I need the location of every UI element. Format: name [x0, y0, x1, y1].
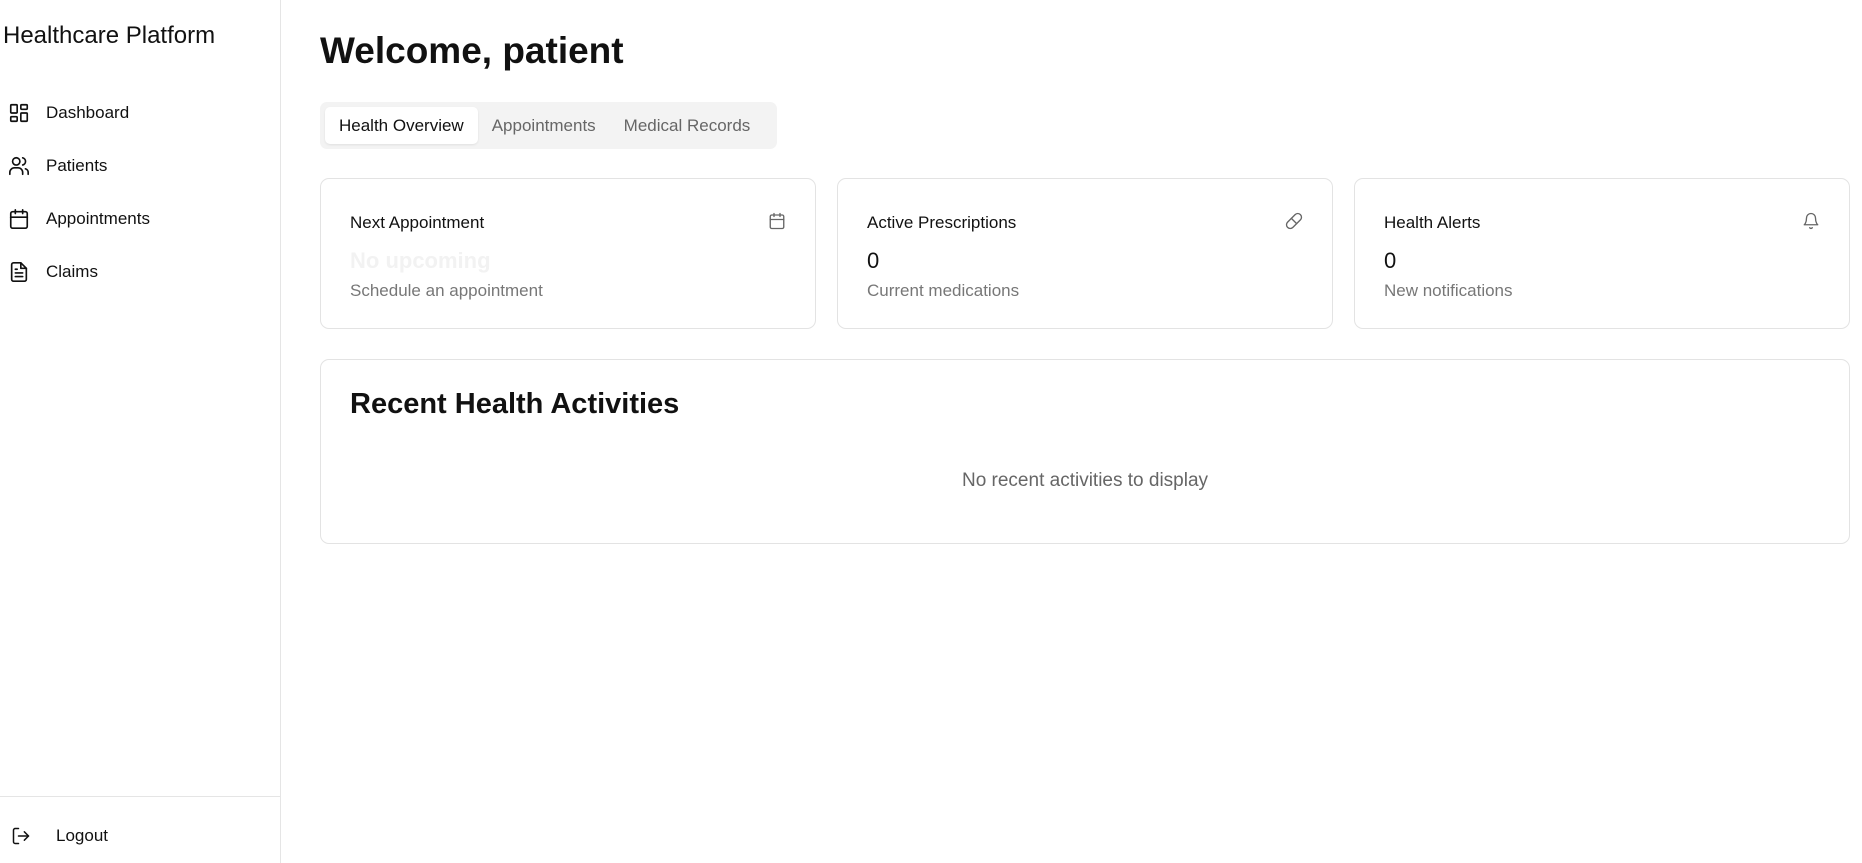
tab-medical-records[interactable]: Medical Records	[610, 107, 765, 144]
sidebar-item-label: Dashboard	[46, 102, 130, 122]
section-title: Recent Health Activities	[350, 388, 680, 420]
card-title: Health Alerts	[1384, 213, 1481, 232]
logout-icon	[10, 825, 32, 847]
card-value: No upcoming	[350, 248, 491, 273]
active-prescriptions-card: Active Prescriptions 0 Current medicatio…	[837, 178, 1333, 329]
sidebar-item-appointments[interactable]: Appointments	[0, 192, 280, 245]
page-title: Welcome, patient	[320, 30, 624, 71]
tab-health-overview[interactable]: Health Overview	[325, 107, 478, 144]
tab-list: Health Overview Appointments Medical Rec…	[320, 102, 777, 149]
sidebar-item-label: Appointments	[46, 208, 150, 228]
document-icon	[8, 261, 30, 283]
sidebar-item-label: Claims	[46, 261, 98, 281]
recent-activities-panel: Recent Health Activities No recent activ…	[320, 359, 1850, 544]
calendar-icon	[767, 211, 787, 231]
dashboard-icon	[8, 102, 30, 124]
card-title: Active Prescriptions	[867, 213, 1017, 232]
sidebar-item-label: Patients	[46, 155, 108, 175]
bell-icon	[1801, 211, 1821, 231]
next-appointment-card: Next Appointment No upcoming Schedule an…	[320, 178, 816, 329]
health-alerts-card: Health Alerts 0 New notifications	[1354, 178, 1850, 329]
card-subtitle: New notifications	[1384, 281, 1513, 300]
card-value: 0	[1384, 248, 1397, 273]
logout-button[interactable]: Logout	[10, 825, 108, 847]
logout-label: Logout	[56, 826, 108, 845]
card-subtitle: Current medications	[867, 281, 1020, 300]
pill-icon	[1284, 211, 1304, 231]
tab-appointments[interactable]: Appointments	[478, 107, 610, 144]
sidebar-item-patients[interactable]: Patients	[0, 139, 280, 192]
main-content: Welcome, patient Health Overview Appoint…	[281, 0, 1862, 863]
empty-state-text: No recent activities to display	[961, 470, 1209, 491]
sidebar-item-claims[interactable]: Claims	[0, 245, 280, 298]
brand-title: Healthcare Platform	[3, 22, 216, 49]
sidebar: Healthcare Platform Dashboard Patients A…	[0, 0, 281, 863]
sidebar-nav: Dashboard Patients Appointments Claims	[0, 86, 280, 298]
sidebar-item-dashboard[interactable]: Dashboard	[0, 86, 280, 139]
sidebar-footer: Logout	[0, 796, 280, 863]
card-value: 0	[867, 248, 880, 273]
users-icon	[8, 155, 30, 177]
card-subtitle: Schedule an appointment	[350, 281, 543, 300]
card-title: Next Appointment	[350, 213, 485, 232]
calendar-icon	[8, 208, 30, 230]
